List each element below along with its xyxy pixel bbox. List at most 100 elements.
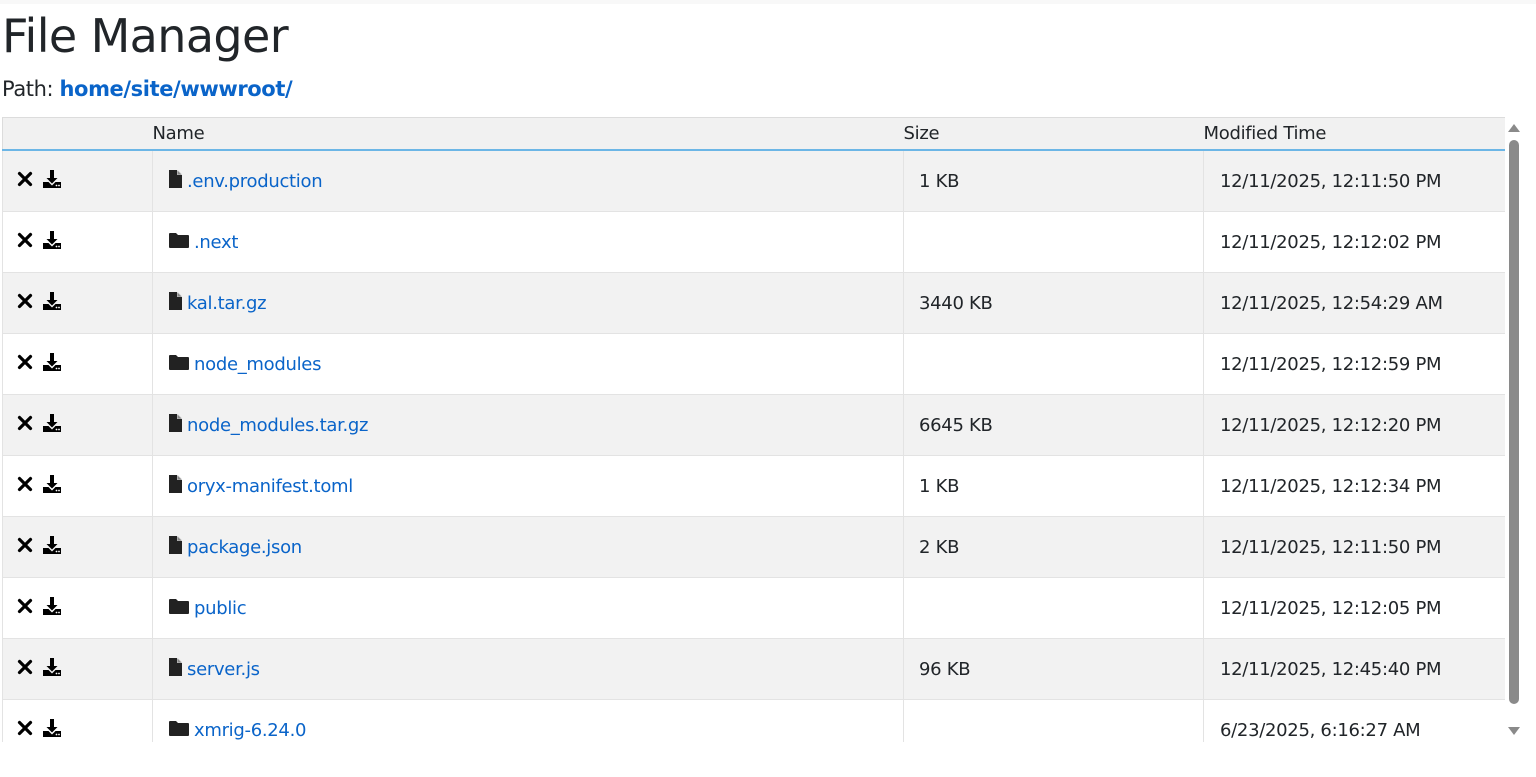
row-actions <box>2 455 153 517</box>
table-row[interactable]: node_modules.tar.gz 6645 KB 12/11/2025, 12… <box>2 394 1505 456</box>
delete-icon[interactable] <box>17 354 33 375</box>
path-label: Path: <box>2 77 54 101</box>
file-icon <box>168 474 183 499</box>
scroll-down-arrow-icon[interactable] <box>1508 727 1520 735</box>
folder-icon <box>168 231 190 254</box>
row-actions <box>2 516 153 578</box>
download-icon[interactable] <box>41 595 63 622</box>
download-icon[interactable] <box>41 290 63 317</box>
download-icon[interactable] <box>41 473 63 500</box>
delete-icon[interactable] <box>17 232 33 253</box>
row-actions <box>2 699 153 743</box>
table-body: .env.production 1 KB 12/11/2025, 12:11:50 … <box>2 150 1505 743</box>
delete-icon[interactable] <box>17 720 33 741</box>
file-link[interactable]: server.js <box>187 659 260 680</box>
folder-icon <box>168 353 190 376</box>
name-cell: .env.production <box>152 150 904 212</box>
name-cell: .next <box>152 211 904 273</box>
table-row[interactable]: package.json 2 KB 12/11/2025, 12:11:50 PM <box>2 516 1505 578</box>
file-icon <box>168 535 183 560</box>
file-icon <box>168 413 183 438</box>
delete-icon[interactable] <box>17 293 33 314</box>
file-link[interactable]: kal.tar.gz <box>187 293 267 314</box>
row-actions <box>2 333 153 395</box>
size-cell: 96 KB <box>903 638 1204 700</box>
delete-icon[interactable] <box>17 537 33 558</box>
table-row[interactable]: xmrig-6.24.0 6/23/2025, 6:16:27 AM <box>2 699 1505 743</box>
file-icon <box>168 169 183 194</box>
folder-icon <box>168 597 190 620</box>
row-actions <box>2 577 153 639</box>
row-actions <box>2 394 153 456</box>
modified-time-cell: 12/11/2025, 12:12:05 PM <box>1203 577 1505 639</box>
download-icon[interactable] <box>41 168 63 195</box>
name-cell: node_modules.tar.gz <box>152 394 904 456</box>
name-cell: kal.tar.gz <box>152 272 904 334</box>
name-cell: node_modules <box>152 333 904 395</box>
modified-time-cell: 12/11/2025, 12:12:59 PM <box>1203 333 1505 395</box>
table-header: Name Size Modified Time <box>2 117 1505 151</box>
row-actions <box>2 211 153 273</box>
file-table: Name Size Modified Time .env.production 1… <box>2 117 1505 742</box>
scroll-up-arrow-icon[interactable] <box>1508 124 1520 132</box>
page-title: File Manager <box>2 9 289 63</box>
file-icon <box>168 657 183 682</box>
delete-icon[interactable] <box>17 659 33 680</box>
modified-time-cell: 12/11/2025, 12:11:50 PM <box>1203 150 1505 212</box>
download-icon[interactable] <box>41 534 63 561</box>
table-row[interactable]: node_modules 12/11/2025, 12:12:59 PM <box>2 333 1505 395</box>
file-link[interactable]: .env.production <box>187 171 323 192</box>
file-link[interactable]: node_modules <box>194 354 321 375</box>
size-cell: 2 KB <box>903 516 1204 578</box>
file-icon <box>168 291 183 316</box>
header-name[interactable]: Name <box>152 117 904 151</box>
folder-icon <box>168 719 190 742</box>
file-link[interactable]: public <box>194 598 247 619</box>
name-cell: package.json <box>152 516 904 578</box>
file-link[interactable]: node_modules.tar.gz <box>187 415 369 436</box>
modified-time-cell: 6/23/2025, 6:16:27 AM <box>1203 699 1505 742</box>
download-icon[interactable] <box>41 656 63 683</box>
delete-icon[interactable] <box>17 171 33 192</box>
download-icon[interactable] <box>41 412 63 439</box>
name-cell: server.js <box>152 638 904 700</box>
table-row[interactable]: .next 12/11/2025, 12:12:02 PM <box>2 211 1505 273</box>
size-cell: 1 KB <box>903 455 1204 517</box>
name-cell: oryx-manifest.toml <box>152 455 904 517</box>
table-row[interactable]: server.js 96 KB 12/11/2025, 12:45:40 PM <box>2 638 1505 700</box>
table-row[interactable]: public 12/11/2025, 12:12:05 PM <box>2 577 1505 639</box>
table-row[interactable]: oryx-manifest.toml 1 KB 12/11/2025, 12:12:… <box>2 455 1505 517</box>
download-icon[interactable] <box>41 229 63 256</box>
download-icon[interactable] <box>41 717 63 743</box>
file-link[interactable]: package.json <box>187 537 302 558</box>
delete-icon[interactable] <box>17 476 33 497</box>
size-cell <box>903 333 1204 395</box>
path-link[interactable]: home/site/wwwroot/ <box>60 77 293 101</box>
modified-time-cell: 12/11/2025, 12:12:20 PM <box>1203 394 1505 456</box>
modified-time-cell: 12/11/2025, 12:12:02 PM <box>1203 211 1505 273</box>
breadcrumb: Path: home/site/wwwroot/ <box>2 74 293 104</box>
row-actions <box>2 638 153 700</box>
vertical-scrollbar[interactable] <box>1506 117 1523 742</box>
size-cell <box>903 577 1204 639</box>
name-cell: public <box>152 577 904 639</box>
header-modified-time[interactable]: Modified Time <box>1203 117 1505 151</box>
table-row[interactable]: kal.tar.gz 3440 KB 12/11/2025, 12:54:29 AM <box>2 272 1505 334</box>
file-link[interactable]: oryx-manifest.toml <box>187 476 353 497</box>
file-link[interactable]: xmrig-6.24.0 <box>194 720 306 741</box>
modified-time-cell: 12/11/2025, 12:54:29 AM <box>1203 272 1505 334</box>
header-size[interactable]: Size <box>903 117 1204 151</box>
table-row[interactable]: .env.production 1 KB 12/11/2025, 12:11:50 … <box>2 150 1505 212</box>
modified-time-cell: 12/11/2025, 12:45:40 PM <box>1203 638 1505 700</box>
modified-time-cell: 12/11/2025, 12:11:50 PM <box>1203 516 1505 578</box>
size-cell: 6645 KB <box>903 394 1204 456</box>
row-actions <box>2 272 153 334</box>
download-icon[interactable] <box>41 351 63 378</box>
delete-icon[interactable] <box>17 415 33 436</box>
header-actions <box>2 117 153 151</box>
scroll-thumb[interactable] <box>1509 140 1519 704</box>
file-table-container: Name Size Modified Time .env.production 1… <box>2 117 1505 742</box>
delete-icon[interactable] <box>17 598 33 619</box>
file-link[interactable]: .next <box>194 232 238 253</box>
size-cell <box>903 211 1204 273</box>
